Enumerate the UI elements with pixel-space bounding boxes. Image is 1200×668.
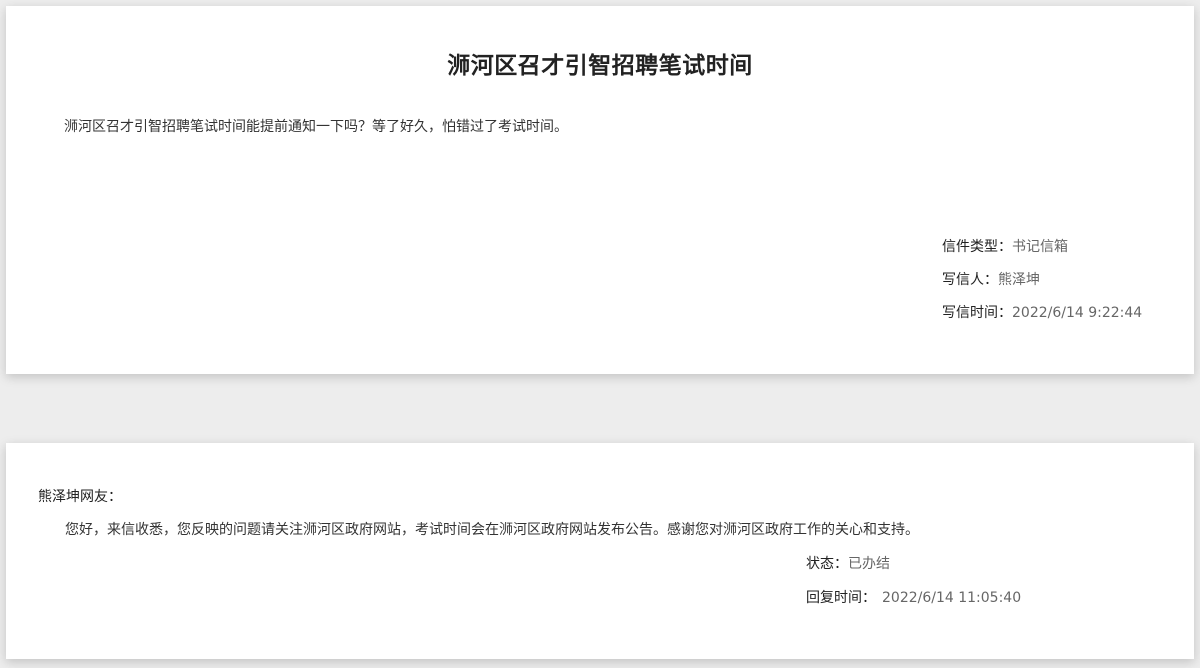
reply-time-row: 回复时间： 2022/6/14 11:05:40 bbox=[806, 590, 1021, 606]
letter-time-row: 写信时间：2022/6/14 9:22:44 bbox=[942, 305, 1142, 321]
letter-card: 浉河区召才引智招聘笔试时间 浉河区召才引智招聘笔试时间能提前通知一下吗？等了好久… bbox=[6, 6, 1194, 374]
reply-status-value: 已办结 bbox=[848, 556, 890, 572]
letter-writer-value: 熊泽坤 bbox=[998, 272, 1040, 288]
reply-card: 熊泽坤网友： 您好，来信收悉，您反映的问题请关注浉河区政府网站，考试时间会在浉河… bbox=[6, 443, 1194, 659]
letter-time-label: 写信时间： bbox=[942, 305, 1012, 321]
reply-time-label: 回复时间： bbox=[806, 590, 876, 606]
letter-type-row: 信件类型：书记信箱 bbox=[942, 239, 1068, 255]
reply-salutation: 熊泽坤网友： bbox=[38, 489, 122, 505]
reply-status-label: 状态： bbox=[806, 556, 848, 572]
letter-writer-label: 写信人： bbox=[942, 272, 998, 288]
reply-status-row: 状态：已办结 bbox=[806, 556, 890, 572]
letter-writer-row: 写信人：熊泽坤 bbox=[942, 272, 1040, 288]
letter-type-value: 书记信箱 bbox=[1012, 239, 1068, 255]
letter-title: 浉河区召才引智招聘笔试时间 bbox=[447, 53, 753, 79]
reply-time-value: 2022/6/14 11:05:40 bbox=[882, 590, 1022, 606]
letter-type-label: 信件类型： bbox=[942, 239, 1012, 255]
reply-content: 您好，来信收悉，您反映的问题请关注浉河区政府网站，考试时间会在浉河区政府网站发布… bbox=[65, 522, 919, 538]
letter-time-value: 2022/6/14 9:22:44 bbox=[1012, 305, 1143, 321]
letter-content: 浉河区召才引智招聘笔试时间能提前通知一下吗？等了好久，怕错过了考试时间。 bbox=[64, 119, 568, 135]
